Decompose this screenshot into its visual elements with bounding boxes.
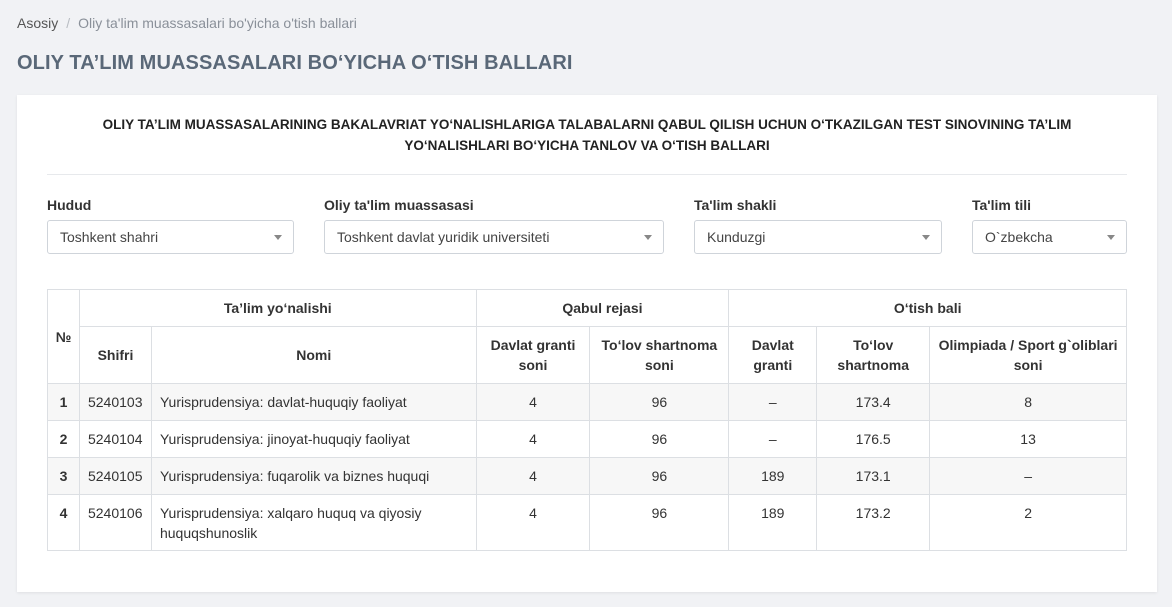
filter-otm: Oliy ta'lim muassasasi Toshkent davlat y… [324,197,664,254]
shakl-select-value: Kunduzgi [707,229,766,245]
row-olimpiada: 13 [929,420,1127,458]
header-yonalish: Ta’lim yo‘nalishi [78,289,477,327]
hudud-select[interactable]: Toshkent shahri [47,220,294,254]
row-shifri: 5240105 [78,457,152,495]
shakl-select[interactable]: Kunduzgi [694,220,942,254]
page-title: OLIY TA’LIM MUASSASALARI BO‘YICHA O‘TISH… [17,52,573,74]
row-nomi: Yurisprudensiya: xalqaro huquq va qiyosi… [150,494,477,551]
row-shartnoma-soni: 96 [589,494,730,551]
til-select[interactable]: O`zbekcha [972,220,1127,254]
filter-til: Ta'lim tili O`zbekcha [972,197,1127,254]
chevron-down-icon [274,235,282,240]
row-nomi: Yurisprudensiya: jinoyat-huquqiy faoliya… [150,420,477,458]
breadcrumb-separator: / [66,15,71,31]
filter-shakl: Ta'lim shakli Kunduzgi [694,197,942,254]
row-shifri: 5240103 [78,383,152,421]
card-heading-line2: YO‘NALISHLARI BO‘YICHA TANLOV VA O‘TISH … [404,138,770,153]
row-olimpiada: 8 [929,383,1127,421]
filter-shakl-label: Ta'lim shakli [694,197,777,213]
row-grant-bali: 189 [728,494,818,551]
row-shifri: 5240104 [78,420,152,458]
row-num: 3 [47,457,80,495]
header-tolov-shartnoma: To‘lov shartnoma [816,326,931,384]
header-davlat-granti: Davlat granti [728,326,818,384]
chevron-down-icon [922,235,930,240]
row-grant-soni: 4 [475,457,591,495]
filter-hudud-label: Hudud [47,197,92,213]
results-card: OLIY TA’LIM MUASSASALARINING BAKALAVRIAT… [17,95,1157,592]
row-grant-soni: 4 [475,383,591,421]
row-grant-bali: – [728,420,818,458]
table-row: 1 5240103 Yurisprudensiya: davlat-huquqi… [47,383,1127,421]
row-shartnoma-soni: 96 [589,420,730,458]
filter-otm-label: Oliy ta'lim muassasasi [324,197,474,213]
chevron-down-icon [1107,235,1115,240]
header-num: № [47,289,80,384]
filter-hudud: Hudud Toshkent shahri [47,197,294,254]
card-heading-line1: OLIY TA’LIM MUASSASALARINING BAKALAVRIAT… [102,117,1072,132]
breadcrumb-home-link[interactable]: Asosiy [17,15,58,31]
til-select-value: O`zbekcha [985,229,1053,245]
header-shifri: Shifri [78,326,152,384]
row-nomi: Yurisprudensiya: davlat-huquqiy faoliyat [150,383,477,421]
row-shartnoma-bali: 176.5 [816,420,931,458]
row-grant-soni: 4 [475,420,591,458]
breadcrumb: Asosiy / Oliy ta'lim muassasalari bo'yic… [17,15,357,31]
row-grant-bali: 189 [728,457,818,495]
chevron-down-icon [644,235,652,240]
row-shartnoma-soni: 96 [589,457,730,495]
row-olimpiada: 2 [929,494,1127,551]
row-num: 4 [47,494,80,551]
row-shartnoma-bali: 173.2 [816,494,931,551]
results-table: № Ta’lim yo‘nalishi Qabul rejasi O‘tish … [47,289,1127,551]
row-shartnoma-bali: 173.4 [816,383,931,421]
card-heading: OLIY TA’LIM MUASSASALARINING BAKALAVRIAT… [47,114,1127,156]
otm-select-value: Toshkent davlat yuridik universiteti [337,229,550,245]
breadcrumb-current: Oliy ta'lim muassasalari bo'yicha o'tish… [78,15,357,31]
row-shifri: 5240106 [78,494,152,551]
table-row: 2 5240104 Yurisprudensiya: jinoyat-huquq… [47,420,1127,458]
table-row: 3 5240105 Yurisprudensiya: fuqarolik va … [47,457,1127,495]
row-num: 2 [47,420,80,458]
header-tolov-shartnoma-soni: To‘lov shartnoma soni [589,326,730,384]
filter-til-label: Ta'lim tili [972,197,1032,213]
header-qabul-rejasi: Qabul rejasi [475,289,730,327]
table-row: 4 5240106 Yurisprudensiya: xalqaro huquq… [47,494,1127,551]
row-nomi: Yurisprudensiya: fuqarolik va biznes huq… [150,457,477,495]
row-shartnoma-soni: 96 [589,383,730,421]
row-num: 1 [47,383,80,421]
header-nomi: Nomi [150,326,477,384]
hudud-select-value: Toshkent shahri [60,229,159,245]
row-grant-bali: – [728,383,818,421]
divider [47,174,1127,175]
header-otish-bali: O‘tish bali [728,289,1127,327]
header-davlat-granti-soni: Davlat granti soni [475,326,591,384]
row-olimpiada: – [929,457,1127,495]
row-shartnoma-bali: 173.1 [816,457,931,495]
otm-select[interactable]: Toshkent davlat yuridik universiteti [324,220,664,254]
header-olimpiada: Olimpiada / Sport g`oliblari soni [929,326,1127,384]
row-grant-soni: 4 [475,494,591,551]
